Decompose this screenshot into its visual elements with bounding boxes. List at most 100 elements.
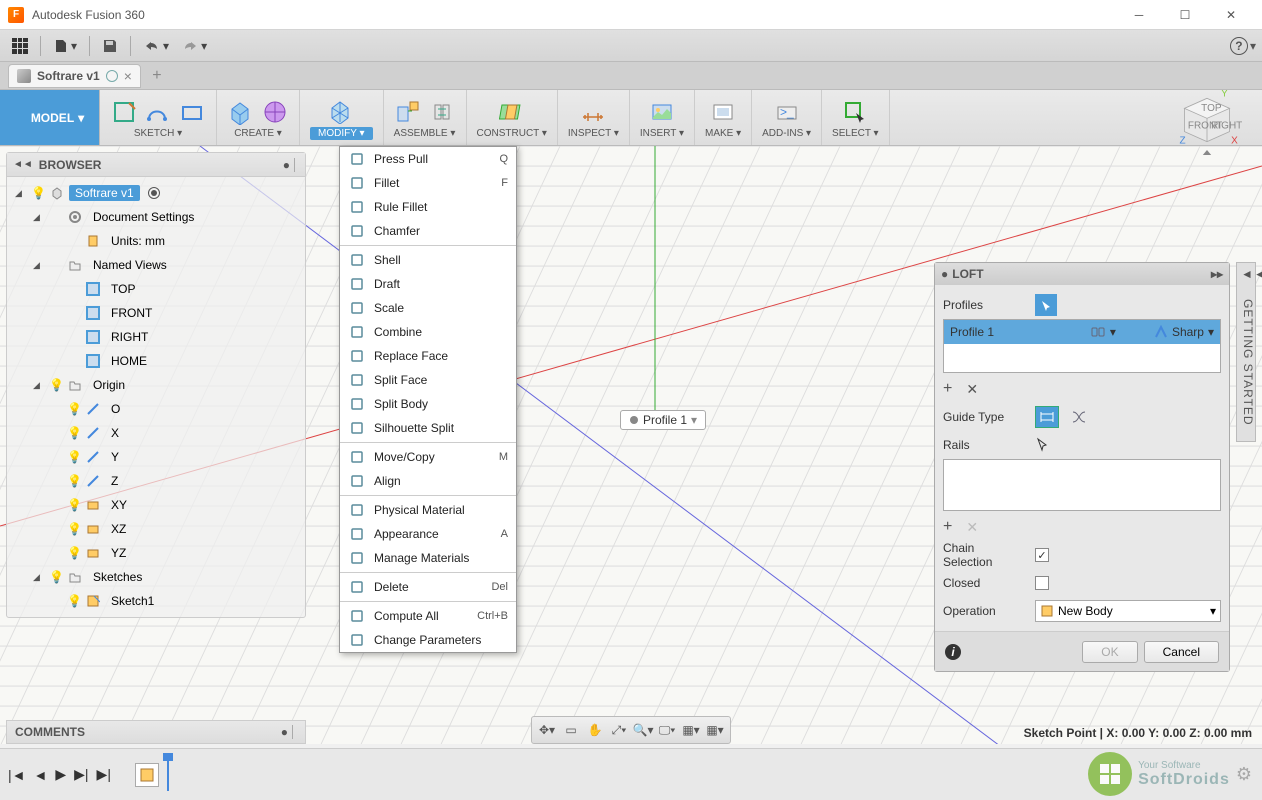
menu-press-pull[interactable]: Press PullQ: [340, 147, 516, 171]
ribbon-insert[interactable]: INSERT ▾: [630, 90, 695, 145]
tree-named-views[interactable]: ◢Named Views: [7, 253, 305, 277]
profile-row[interactable]: Profile 1 ▾ Sharp▾: [944, 320, 1220, 344]
closed-checkbox[interactable]: [1035, 576, 1049, 590]
guide-centerline-button[interactable]: [1067, 406, 1091, 428]
tree-sketches[interactable]: ◢💡Sketches: [7, 565, 305, 589]
tab-close-icon[interactable]: ×: [124, 68, 132, 84]
menu-manage-materials[interactable]: Manage Materials: [340, 546, 516, 570]
expand-icon[interactable]: ▸▸: [1211, 267, 1223, 281]
redo-button[interactable]: ▾: [175, 35, 213, 57]
menu-rule-fillet[interactable]: Rule Fillet: [340, 195, 516, 219]
apps-button[interactable]: [6, 34, 34, 58]
menu-change-parameters[interactable]: Change Parameters: [340, 628, 516, 652]
tree-softrare-v1[interactable]: ◢💡Softrare v1: [7, 181, 305, 205]
display-button[interactable]: 🖵▾: [656, 719, 678, 741]
maximize-button[interactable]: ☐: [1162, 0, 1208, 30]
tree-top[interactable]: TOP: [7, 277, 305, 301]
tree-document-settings[interactable]: ◢Document Settings: [7, 205, 305, 229]
viewports-button[interactable]: ▦▾: [704, 719, 726, 741]
comments-panel[interactable]: COMMENTS ●: [6, 720, 306, 744]
fit-button[interactable]: 🔍▾: [632, 719, 654, 741]
ribbon-create[interactable]: CREATE ▾: [217, 90, 300, 145]
menu-fillet[interactable]: FilletF: [340, 171, 516, 195]
ok-button[interactable]: OK: [1082, 641, 1137, 663]
new-tab-button[interactable]: +: [145, 64, 169, 88]
remove-profile-button[interactable]: ✕: [966, 381, 978, 398]
tl-marker[interactable]: [167, 759, 169, 791]
menu-compute-all[interactable]: Compute AllCtrl+B: [340, 604, 516, 628]
lookat-button[interactable]: ▭: [560, 719, 582, 741]
operation-select[interactable]: New Body▾: [1035, 600, 1221, 622]
ribbon-inspect[interactable]: INSPECT ▾: [558, 90, 630, 145]
menu-align[interactable]: Align: [340, 469, 516, 493]
tree-x[interactable]: 💡X: [7, 421, 305, 445]
tree-right[interactable]: RIGHT: [7, 325, 305, 349]
undo-button[interactable]: ▾: [137, 35, 175, 57]
profiles-label: Profiles: [943, 298, 1027, 312]
close-button[interactable]: ✕: [1208, 0, 1254, 30]
save-button[interactable]: [96, 34, 124, 58]
ribbon-construct[interactable]: CONSTRUCT ▾: [467, 90, 558, 145]
orbit-button[interactable]: ✥▾: [536, 719, 558, 741]
tl-start-button[interactable]: |◄: [8, 767, 26, 783]
profile-tag[interactable]: Profile 1▾: [620, 410, 706, 430]
menu-physical-material[interactable]: Physical Material: [340, 498, 516, 522]
getting-started-tab[interactable]: ◄◄GETTING STARTED: [1236, 262, 1256, 442]
tree-xy[interactable]: 💡XY: [7, 493, 305, 517]
collapse-icon[interactable]: ◄◄: [13, 159, 33, 170]
document-tab[interactable]: Softrare v1 ×: [8, 64, 141, 88]
tree-o[interactable]: 💡O: [7, 397, 305, 421]
menu-scale[interactable]: Scale: [340, 296, 516, 320]
tree-home[interactable]: HOME: [7, 349, 305, 373]
menu-combine[interactable]: Combine: [340, 320, 516, 344]
minimize-button[interactable]: ─: [1116, 0, 1162, 30]
app-title: Autodesk Fusion 360: [32, 8, 1116, 22]
menu-move-copy[interactable]: Move/CopyM: [340, 445, 516, 469]
viewcube[interactable]: Y TOP FRONT RIGHT Z X: [1172, 90, 1242, 160]
chain-checkbox[interactable]: [1035, 548, 1049, 562]
tree-origin[interactable]: ◢💡Origin: [7, 373, 305, 397]
tree-z[interactable]: 💡Z: [7, 469, 305, 493]
tl-sketch-feature[interactable]: [135, 763, 159, 787]
help-button[interactable]: ?: [1230, 37, 1248, 55]
tree-yz[interactable]: 💡YZ: [7, 541, 305, 565]
menu-shell[interactable]: Shell: [340, 248, 516, 272]
tree-front[interactable]: FRONT: [7, 301, 305, 325]
profile-select-button[interactable]: [1035, 294, 1057, 316]
menu-chamfer[interactable]: Chamfer: [340, 219, 516, 243]
menu-draft[interactable]: Draft: [340, 272, 516, 296]
tl-play-button[interactable]: ▶: [55, 766, 66, 783]
menu-delete[interactable]: DeleteDel: [340, 575, 516, 599]
grid-button[interactable]: ▦▾: [680, 719, 702, 741]
browser-options-icon[interactable]: ●: [283, 158, 290, 172]
info-icon[interactable]: i: [945, 644, 961, 660]
ribbon-modify[interactable]: MODIFY ▾: [300, 90, 384, 145]
file-button[interactable]: ▾: [47, 34, 83, 58]
tree-sketch1[interactable]: 💡Sketch1: [7, 589, 305, 613]
tl-next-button[interactable]: ▶|: [74, 766, 88, 783]
tl-prev-button[interactable]: ◄: [34, 767, 48, 783]
add-rail-button[interactable]: +: [943, 518, 952, 536]
add-profile-button[interactable]: +: [943, 380, 952, 398]
ribbon-make[interactable]: MAKE ▾: [695, 90, 752, 145]
svg-text:Z: Z: [1180, 135, 1186, 146]
ribbon-add-ins[interactable]: >_ADD-INS ▾: [752, 90, 822, 145]
pan-button[interactable]: ✋: [584, 719, 606, 741]
zoom-button[interactable]: ⤢▾: [608, 719, 630, 741]
tree-y[interactable]: 💡Y: [7, 445, 305, 469]
tree-units:-mm[interactable]: Units: mm: [7, 229, 305, 253]
ribbon-assemble[interactable]: ASSEMBLE ▾: [384, 90, 467, 145]
cancel-button[interactable]: Cancel: [1144, 641, 1219, 663]
menu-appearance[interactable]: AppearanceA: [340, 522, 516, 546]
pin-icon[interactable]: ●: [941, 267, 948, 281]
menu-replace-face[interactable]: Replace Face: [340, 344, 516, 368]
menu-split-body[interactable]: Split Body: [340, 392, 516, 416]
mode-button[interactable]: MODEL▾: [0, 90, 100, 145]
menu-split-face[interactable]: Split Face: [340, 368, 516, 392]
ribbon-select[interactable]: SELECT ▾: [822, 90, 890, 145]
ribbon-sketch[interactable]: SKETCH ▾: [100, 90, 217, 145]
menu-silhouette-split[interactable]: Silhouette Split: [340, 416, 516, 440]
guide-rails-button[interactable]: [1035, 406, 1059, 428]
tree-xz[interactable]: 💡XZ: [7, 517, 305, 541]
tl-end-button[interactable]: ▶|: [97, 766, 111, 783]
